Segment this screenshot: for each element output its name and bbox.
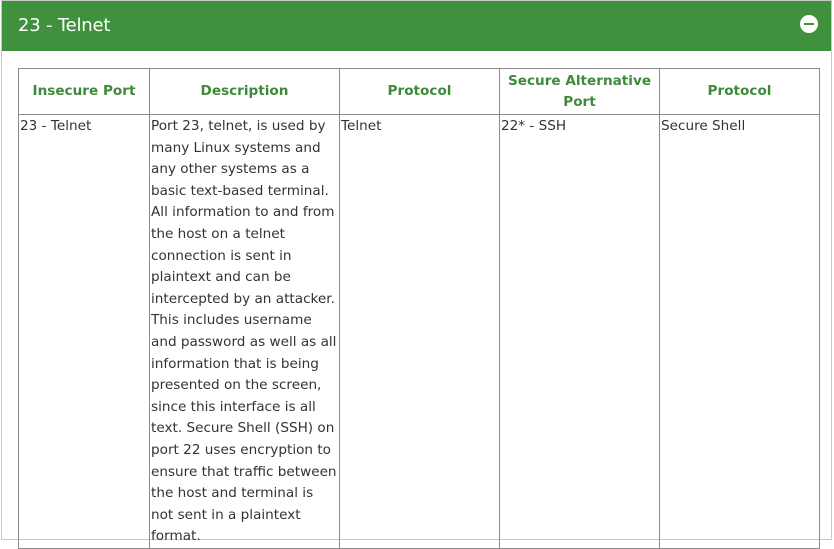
- header-insecure-port: Insecure Port: [18, 68, 150, 115]
- minus-glyph: [804, 23, 814, 25]
- header-protocol: Protocol: [339, 68, 500, 115]
- cell-secure-port: 22* - SSH: [499, 114, 660, 549]
- cell-insecure-port: 23 - Telnet: [18, 114, 150, 549]
- ports-table: Insecure Port Description Protocol Secur…: [18, 68, 820, 549]
- header-description: Description: [149, 68, 340, 115]
- accordion-header[interactable]: 23 - Telnet: [2, 1, 831, 51]
- accordion-panel: 23 - Telnet Insecure Port Description Pr…: [1, 0, 832, 549]
- header-secure-protocol: Protocol: [659, 68, 820, 115]
- cell-protocol: Telnet: [339, 114, 500, 549]
- cell-description: Port 23, telnet, is used by many Linux s…: [149, 114, 340, 549]
- table-header-row: Insecure Port Description Protocol Secur…: [18, 68, 820, 115]
- minus-circle-icon[interactable]: [800, 15, 818, 33]
- table-row: 23 - Telnet Port 23, telnet, is used by …: [18, 114, 820, 549]
- panel-title: 23 - Telnet: [18, 15, 111, 36]
- cell-secure-protocol: Secure Shell: [659, 114, 820, 549]
- header-secure-alternative-port: Secure Alternative Port: [499, 68, 660, 115]
